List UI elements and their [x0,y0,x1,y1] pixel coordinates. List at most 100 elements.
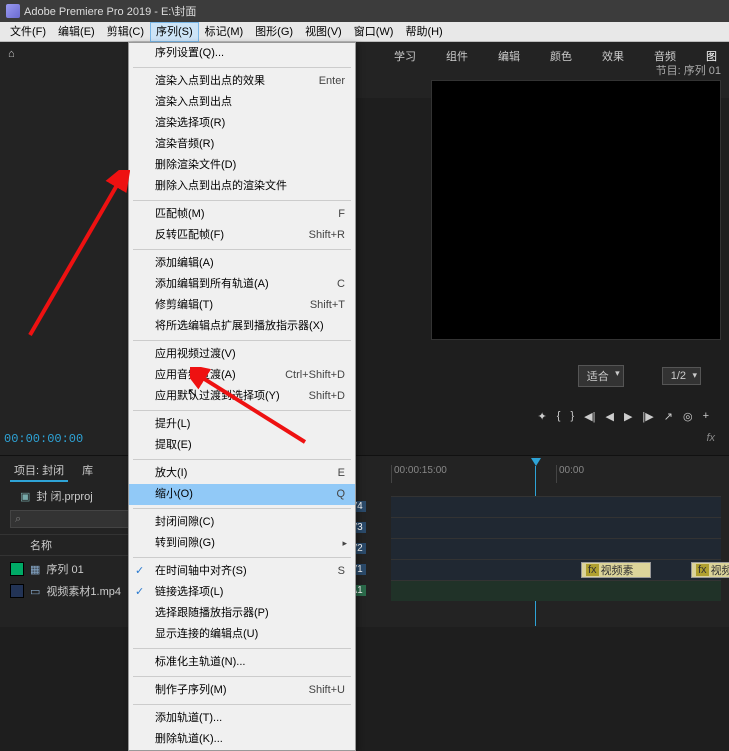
program-monitor[interactable] [431,80,721,340]
menu-item[interactable]: 显示连接的编辑点(U) [129,624,355,645]
workspace-tab-2[interactable]: 编辑 [494,46,524,66]
menu-item[interactable]: 选择跟随播放指示器(P) [129,603,355,624]
menu-item[interactable]: 修剪编辑(T) Shift+T [129,295,355,316]
menu-item[interactable]: 制作子序列(M)Shift+U [129,680,355,701]
step-fwd-button[interactable]: ↗ [664,410,673,423]
playhead-icon[interactable] [531,458,541,466]
menu-separator [133,200,351,201]
menu-item-label: 删除轨道(K)... [155,732,223,747]
workspace-tab-0[interactable]: 学习 [390,46,420,66]
zoom-select[interactable]: 适合 [578,365,624,387]
menu-item[interactable]: 提取(E) [129,435,355,456]
workspace-tab-3[interactable]: 颜色 [546,46,576,66]
menu-item[interactable]: 渲染选择项(R) [129,113,355,134]
clip[interactable]: fx视频素 [691,562,729,578]
resolution-select[interactable]: 1/2 [662,367,701,385]
workspace-tab-1[interactable]: 组件 [442,46,472,66]
menu-item[interactable]: 提升(L) [129,414,355,435]
go-to-in-button[interactable]: ◀ [605,410,613,423]
menu-item[interactable]: 渲染入点到出点 [129,92,355,113]
item-label: 序列 01 [46,561,83,577]
fx-label: fx [706,432,715,444]
track[interactable] [391,538,721,559]
menu-0[interactable]: 文件(F) [4,22,52,42]
menu-6[interactable]: 视图(V) [299,22,348,42]
menu-item[interactable]: 将所选编辑点扩展到播放指示器(X) [129,316,355,337]
source-timecode[interactable]: 00:00:00:00 [4,432,83,446]
menu-2[interactable]: 剪辑(C) [101,22,150,42]
menu-1[interactable]: 编辑(E) [52,22,101,42]
workspace-tab-4[interactable]: 效果 [598,46,628,66]
timeline-ruler[interactable]: 00:00:15:0000:00 [391,460,721,488]
name-column-header[interactable]: 名称 [30,537,52,553]
menu-item-label: 标准化主轨道(N)... [155,655,245,670]
menu-separator [133,676,351,677]
more-button[interactable]: + [703,410,709,423]
menu-item-label: 放大(I) [155,466,187,481]
titlebar: Adobe Premiere Pro 2019 - E:\封面 [0,0,729,22]
track[interactable] [391,517,721,538]
track[interactable] [391,496,721,517]
fx-badge-icon: fx [586,564,599,576]
clip-label: 视频素 [601,562,634,578]
menu-item[interactable]: 删除渲染文件(D) [129,155,355,176]
menu-item[interactable]: 渲染入点到出点的效果Enter [129,71,355,92]
track[interactable] [391,580,721,601]
menu-item[interactable]: 应用视频过渡(V) [129,344,355,365]
menu-item[interactable]: 应用音频过渡(A)Ctrl+Shift+D [129,365,355,386]
menu-shortcut: Shift+D [309,389,345,404]
menu-shortcut: Shift+U [309,683,345,698]
clip[interactable]: fx视频素 [581,562,651,578]
menu-item-label: 序列设置(Q)... [155,46,224,61]
menu-item-label: 渲染音频(R) [155,137,214,152]
track[interactable]: fx视频素fx视频素 [391,559,721,580]
transport-controls: ✦ { } ◀| ◀ ▶ |▶ ↗ ◎ + [538,410,709,423]
menu-item[interactable]: 反转匹配帧(F)Shift+R [129,225,355,246]
menu-item[interactable]: 添加编辑(A) [129,253,355,274]
menu-item[interactable]: 添加轨道(T)... [129,708,355,729]
menu-item[interactable]: 匹配帧(M)F [129,204,355,225]
menu-5[interactable]: 图形(G) [249,22,299,42]
menu-4[interactable]: 标记(M) [199,22,250,42]
menu-8[interactable]: 帮助(H) [399,22,448,42]
add-marker-button[interactable]: ✦ [538,410,547,423]
menu-separator [133,459,351,460]
menu-item-label: 渲染选择项(R) [155,116,225,131]
menu-7[interactable]: 窗口(W) [348,22,400,42]
menu-item[interactable]: 标准化主轨道(N)... [129,652,355,673]
menu-item[interactable]: ✓在时间轴中对齐(S)S [129,561,355,582]
menu-shortcut: Shift+R [309,228,345,243]
menu-shortcut: Ctrl+Shift+D [285,368,345,383]
menu-item[interactable]: 缩小(O)Q [129,484,355,505]
menu-item[interactable]: 渲染音频(R) [129,134,355,155]
fx-badge-icon: fx [696,564,709,576]
menu-item-label: 渲染入点到出点的效果 [155,74,265,89]
menu-item[interactable]: 转到间隙(G) [129,533,355,554]
menu-item[interactable]: 添加编辑到所有轨道(A)C [129,274,355,295]
home-icon[interactable]: ⌂ [8,48,24,64]
menubar: 文件(F)编辑(E)剪辑(C)序列(S)标记(M)图形(G)视图(V)窗口(W)… [0,22,729,42]
program-label[interactable]: 节目: 序列 01 [656,62,721,78]
mark-out-button[interactable]: } [570,410,574,423]
menu-item-label: 修剪编辑(T) [155,298,213,313]
export-frame-button[interactable]: ◎ [683,410,693,423]
menu-item[interactable]: 放大(I)E [129,463,355,484]
item-thumbnail-icon [10,584,24,598]
ruler-tick: 00:00:15:00 [391,465,556,483]
menu-3[interactable]: 序列(S) [150,22,199,42]
menu-item-label: 匹配帧(M) [155,207,205,222]
play-button[interactable]: ▶ [624,410,632,423]
menu-item[interactable]: 应用默认过渡到选择项(Y)Shift+D [129,386,355,407]
project-tab[interactable]: 项目: 封闭 [10,460,68,482]
menu-separator [133,249,351,250]
go-to-out-button[interactable]: |▶ [642,410,653,423]
menu-item[interactable]: 删除入点到出点的渲染文件 [129,176,355,197]
mark-in-button[interactable]: { [557,410,561,423]
menu-item[interactable]: 删除轨道(K)... [129,729,355,750]
menu-item[interactable]: 序列设置(Q)... [129,43,355,64]
library-tab[interactable]: 库 [78,460,97,482]
menu-item[interactable]: 封闭间隙(C) [129,512,355,533]
step-back-button[interactable]: ◀| [584,410,595,423]
menu-shortcut: Shift+T [310,298,345,313]
menu-item[interactable]: ✓链接选择项(L) [129,582,355,603]
